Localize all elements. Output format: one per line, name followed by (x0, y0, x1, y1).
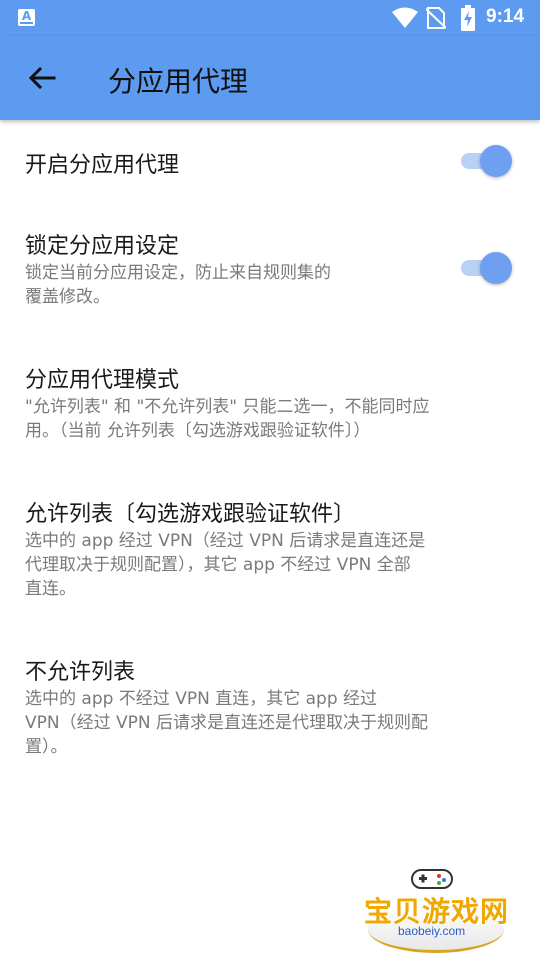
switch-thumb (480, 145, 512, 177)
arrow-back-icon (28, 66, 56, 90)
summary-line: 选中的 app 经过 VPN（经过 VPN 后请求是直连还是 (25, 531, 426, 551)
setting-disallow-list[interactable]: 不允许列表 选中的 app 不经过 VPN 直连，其它 app 经过 VPN（经… (0, 644, 540, 768)
switch-thumb (480, 252, 512, 284)
setting-summary: "允许列表" 和 "不允许列表" 只能二选一，不能同时应 用。（当前 允许列表〔… (25, 395, 430, 443)
no-sim-icon (426, 7, 446, 29)
battery-charging-icon (461, 5, 475, 31)
setting-lock-per-app[interactable]: 锁定分应用设定 锁定当前分应用设定，防止来自规则集的 覆盖修改。 (0, 218, 540, 318)
gamepad-icon (411, 869, 453, 889)
wifi-icon (392, 7, 418, 28)
watermark-url: baobeiy.com (398, 924, 466, 938)
watermark-logo: 宝贝游戏网 baobeiy.com (358, 862, 518, 954)
page-title: 分应用代理 (108, 65, 249, 98)
setting-title: 分应用代理模式 (25, 368, 180, 393)
summary-line: 锁定当前分应用设定，防止来自规则集的 (25, 263, 331, 283)
summary-line: 直连。 (25, 579, 76, 599)
summary-line: 覆盖修改。 (25, 287, 110, 307)
setting-proxy-mode[interactable]: 分应用代理模式 "允许列表" 和 "不允许列表" 只能二选一，不能同时应 用。（… (0, 352, 540, 452)
status-bar: A 9:14 (0, 0, 540, 36)
lock-per-app-switch[interactable] (459, 250, 513, 284)
enable-per-app-proxy-switch[interactable] (459, 143, 513, 177)
back-button[interactable] (18, 54, 66, 102)
app-notification-icon: A (18, 9, 35, 26)
setting-summary: 选中的 app 经过 VPN（经过 VPN 后请求是直连还是 代理取决于规则配置… (25, 529, 425, 601)
setting-enable-per-app-proxy[interactable]: 开启分应用代理 (0, 128, 540, 194)
setting-title: 锁定分应用设定 (25, 234, 180, 259)
summary-line: 代理取决于规则配置），其它 app 不经过 VPN 全部 (25, 555, 411, 575)
setting-title: 不允许列表 (25, 660, 136, 685)
setting-summary: 选中的 app 不经过 VPN 直连，其它 app 经过 VPN（经过 VPN … (25, 687, 428, 759)
setting-title: 开启分应用代理 (25, 153, 180, 178)
summary-line: "允许列表" 和 "不允许列表" 只能二选一，不能同时应 (25, 397, 430, 417)
setting-allow-list[interactable]: 允许列表〔勾选游戏跟验证软件〕 选中的 app 经过 VPN（经过 VPN 后请… (0, 486, 540, 610)
status-time: 9:14 (486, 6, 525, 27)
summary-line: VPN（经过 VPN 后请求是直连还是代理取决于规则配 (25, 713, 429, 733)
summary-line: 选中的 app 不经过 VPN 直连，其它 app 经过 (25, 689, 378, 709)
app-bar: 分应用代理 (0, 36, 540, 120)
summary-line: 置）。 (25, 737, 68, 757)
setting-summary: 锁定当前分应用设定，防止来自规则集的 覆盖修改。 (25, 261, 331, 309)
setting-title: 允许列表〔勾选游戏跟验证软件〕 (25, 502, 356, 527)
summary-line: 用。（当前 允许列表〔勾选游戏跟验证软件〕） (25, 421, 371, 441)
